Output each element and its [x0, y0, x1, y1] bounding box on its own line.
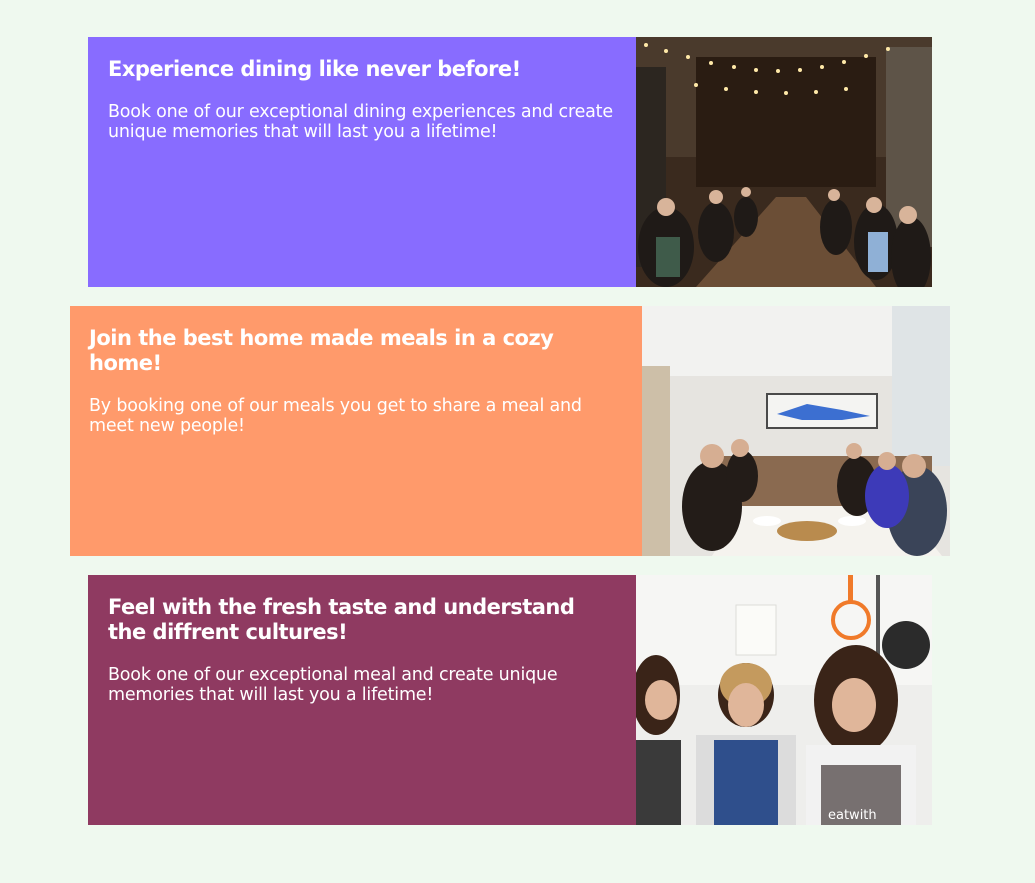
- card-text-panel: Feel with the fresh taste and understand…: [88, 575, 636, 825]
- card-text-panel: Join the best home made meals in a cozy …: [70, 306, 642, 556]
- cooking-together-photo: eatwith: [636, 575, 932, 825]
- card-description: By booking one of our meals you get to s…: [89, 396, 582, 436]
- card-title: Join the best home made meals in a cozy …: [89, 326, 554, 375]
- experience-card-1[interactable]: Experience dining like never before! Boo…: [88, 37, 932, 287]
- card-title: Experience dining like never before!: [108, 57, 521, 81]
- outdoor-dinner-photo: [636, 37, 932, 287]
- experience-card-2[interactable]: Join the best home made meals in a cozy …: [70, 306, 950, 556]
- apron-logo-text: eatwith: [828, 808, 877, 823]
- experience-card-3[interactable]: Feel with the fresh taste and understand…: [88, 575, 932, 825]
- card-description: Book one of our exceptional dining exper…: [108, 102, 613, 142]
- home-dinner-photo: [642, 306, 950, 556]
- card-text-panel: Experience dining like never before! Boo…: [88, 37, 636, 287]
- card-description: Book one of our exceptional meal and cre…: [108, 665, 558, 705]
- card-title: Feel with the fresh taste and understand…: [108, 595, 575, 644]
